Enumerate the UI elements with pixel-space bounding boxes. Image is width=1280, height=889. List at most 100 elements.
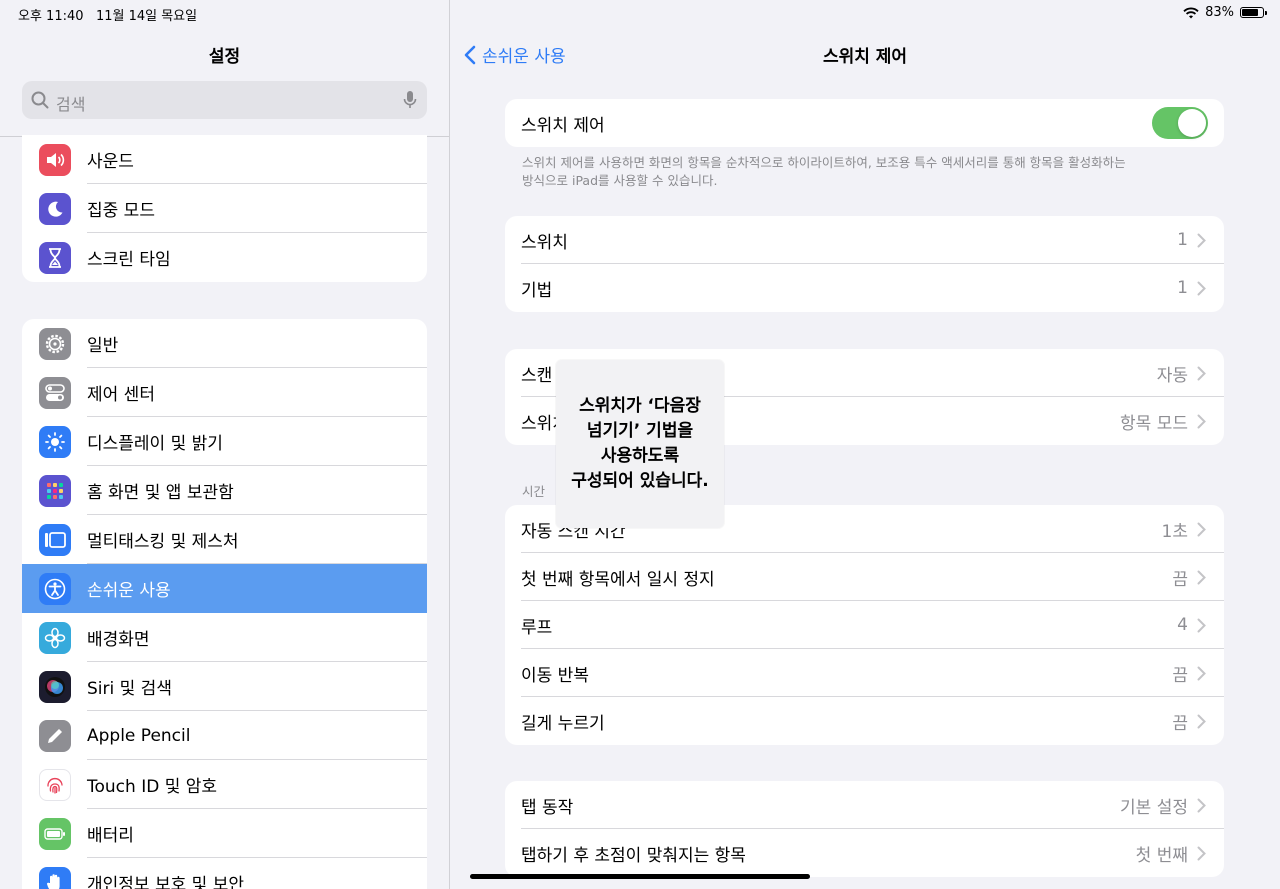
- app-grid-icon: [39, 474, 71, 507]
- switches-card: 스위치 1 기법 1: [505, 216, 1224, 312]
- row-value: 1: [1177, 278, 1188, 298]
- sidebar-item-label: 홈 화면 및 앱 보관함: [87, 483, 234, 503]
- switch-control-toggle[interactable]: [1152, 107, 1208, 139]
- fingerprint-icon: [39, 768, 71, 801]
- chevron-right-icon: [1197, 846, 1206, 861]
- sidebar-item-label: Siri 및 검색: [87, 679, 172, 699]
- row-label: 탭 동작: [521, 797, 574, 818]
- row-label: 스캔: [521, 365, 553, 386]
- row-value: 끔: [1172, 569, 1188, 590]
- row-value: 1: [1177, 230, 1188, 250]
- sun-icon: [39, 425, 71, 458]
- toggle-knob: [1178, 109, 1206, 137]
- sidebar-item-general[interactable]: 일반: [22, 319, 427, 368]
- home-indicator[interactable]: [470, 874, 810, 879]
- row-value: 항목 모드: [1120, 413, 1188, 434]
- sidebar-item-label: 멀티태스킹 및 제스처: [87, 532, 239, 552]
- chevron-right-icon: [1197, 666, 1206, 681]
- sidebar-item-label: Apple Pencil: [87, 725, 191, 746]
- chevron-right-icon: [1197, 618, 1206, 633]
- accessibility-icon: [39, 572, 71, 605]
- chevron-right-icon: [1197, 522, 1206, 537]
- sidebar-item-home-screen[interactable]: 홈 화면 및 앱 보관함: [22, 466, 427, 515]
- sidebar-item-battery[interactable]: 배터리: [22, 809, 427, 858]
- battery-percent: 83%: [1205, 5, 1234, 20]
- chevron-right-icon: [1197, 281, 1206, 296]
- multitasking-icon: [39, 523, 71, 556]
- sidebar-item-apple-pencil[interactable]: Apple Pencil: [22, 711, 427, 760]
- chevron-right-icon: [1197, 233, 1206, 248]
- sidebar-group-focus: 사운드 집중 모드 스크린 타임: [22, 135, 427, 282]
- settings-row-tap-behavior[interactable]: 탭 동작 기본 설정: [505, 781, 1224, 829]
- sidebar-item-multitasking[interactable]: 멀티태스킹 및 제스처: [22, 515, 427, 564]
- chevron-right-icon: [1197, 414, 1206, 429]
- sidebar-item-control-center[interactable]: 제어 센터: [22, 368, 427, 417]
- sidebar-item-touch-id[interactable]: Touch ID 및 암호: [22, 760, 427, 809]
- sidebar-item-privacy[interactable]: 개인정보 보호 및 보안: [22, 858, 427, 889]
- microphone-icon[interactable]: [403, 90, 417, 110]
- sidebar-item-label: 집중 모드: [87, 201, 155, 221]
- chevron-right-icon: [1197, 570, 1206, 585]
- sidebar-title: 설정: [208, 47, 241, 67]
- tap-behavior-card: 탭 동작 기본 설정 탭하기 후 초점이 맞춰지는 항목 첫 번째: [505, 781, 1224, 877]
- sidebar-item-accessibility[interactable]: 손쉬운 사용: [22, 564, 427, 613]
- row-label: 첫 번째 항목에서 일시 정지: [521, 569, 715, 590]
- sidebar-item-label: 손쉬운 사용: [87, 581, 171, 601]
- row-value: 4: [1177, 615, 1188, 635]
- sidebar-item-screen-time[interactable]: 스크린 타임: [22, 233, 427, 282]
- search-icon: [31, 91, 49, 109]
- sidebar-item-sound[interactable]: 사운드: [22, 135, 427, 184]
- switch-control-row: 스위치 제어: [505, 99, 1224, 147]
- row-value: 첫 번째: [1135, 845, 1188, 866]
- status-bar: 오후 11:40 11월 14일 목요일 83%: [0, 0, 1280, 26]
- settings-row-long-press[interactable]: 길게 누르기 끔: [505, 697, 1224, 745]
- sidebar-item-label: 배터리: [87, 826, 134, 846]
- row-value: 자동: [1156, 365, 1188, 386]
- wifi-icon: [1183, 7, 1199, 18]
- hourglass-icon: [39, 241, 71, 274]
- speaker-icon: [39, 143, 71, 176]
- switch-recipe-hud: 스위치가 ‘다음장 넘기기’ 기법을 사용하도록 구성되어 있습니다.: [556, 360, 724, 528]
- switch-control-description: 스위치 제어를 사용하면 화면의 항목을 순차적으로 하이라이트하여, 보조용 …: [522, 154, 1182, 190]
- row-value: 끔: [1172, 713, 1188, 734]
- sidebar-item-label: 제어 센터: [87, 385, 155, 405]
- settings-row-pause-first-item[interactable]: 첫 번째 항목에서 일시 정지 끔: [505, 553, 1224, 601]
- switches-icon: [39, 376, 71, 409]
- page-title: 스위치 제어: [822, 47, 908, 67]
- row-label: 스위치: [521, 232, 568, 253]
- settings-row-switches[interactable]: 스위치 1: [505, 216, 1224, 264]
- row-label: 기법: [521, 280, 553, 301]
- flower-icon: [39, 621, 71, 654]
- row-label: 이동 반복: [521, 665, 589, 686]
- status-time: 오후 11:40 11월 14일 목요일: [18, 9, 198, 24]
- description-line: 방식으로 iPad를 사용할 수 있습니다.: [522, 173, 718, 188]
- battery-icon: [39, 817, 71, 850]
- pencil-icon: [39, 719, 71, 752]
- hud-line: 스위치가 ‘다음장: [579, 396, 701, 416]
- hud-line: 사용하도록: [600, 446, 680, 466]
- timing-card: 자동 스캔 시간 1초 첫 번째 항목에서 일시 정지 끔 루프 4 이동 반복…: [505, 505, 1224, 745]
- sidebar-item-label: Touch ID 및 암호: [87, 777, 218, 797]
- sidebar-item-focus[interactable]: 집중 모드: [22, 184, 427, 233]
- sidebar-item-label: 배경화면: [87, 630, 150, 650]
- sidebar-item-wallpaper[interactable]: 배경화면: [22, 613, 427, 662]
- settings-row-recipes[interactable]: 기법 1: [505, 264, 1224, 312]
- sidebar-item-siri[interactable]: Siri 및 검색: [22, 662, 427, 711]
- row-label: 루프: [521, 617, 553, 638]
- switch-control-card: 스위치 제어: [505, 99, 1224, 147]
- sidebar-item-display[interactable]: 디스플레이 및 밝기: [22, 417, 427, 466]
- row-value: 기본 설정: [1120, 797, 1188, 818]
- sidebar-item-label: 스크린 타임: [87, 250, 171, 270]
- siri-icon: [39, 670, 71, 703]
- row-label: 탭하기 후 초점이 맞춰지는 항목: [521, 845, 746, 866]
- chevron-right-icon: [1197, 366, 1206, 381]
- sidebar-item-label: 일반: [87, 336, 119, 356]
- search-placeholder: 검색: [56, 95, 86, 114]
- search-field[interactable]: 검색: [22, 81, 427, 119]
- chevron-right-icon: [1197, 714, 1206, 729]
- settings-row-focused-item-after-tap[interactable]: 탭하기 후 초점이 맞춰지는 항목 첫 번째: [505, 829, 1224, 877]
- settings-row-move-repeat[interactable]: 이동 반복 끔: [505, 649, 1224, 697]
- chevron-right-icon: [1197, 798, 1206, 813]
- gear-icon: [39, 327, 71, 360]
- settings-row-loops[interactable]: 루프 4: [505, 601, 1224, 649]
